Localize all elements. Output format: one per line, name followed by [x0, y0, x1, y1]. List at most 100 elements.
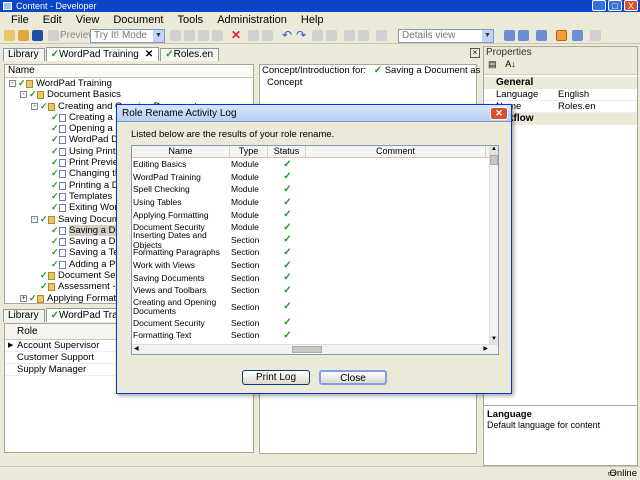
log-row-name: Applying Formatting [133, 209, 209, 220]
collapse-icon[interactable]: - [31, 102, 38, 110]
row-pointer-icon: ▶ [8, 342, 14, 349]
print-log-button[interactable]: Print Log [242, 370, 310, 385]
scroll-thumb[interactable] [490, 155, 498, 165]
toolbar: Preview Try It! Mode ▼ ✕ ↶ ↷ Details vie… [0, 27, 640, 44]
categorized-icon[interactable]: ▤ [488, 59, 497, 69]
copy-icon[interactable] [184, 30, 195, 41]
col-comment[interactable]: Comment [306, 146, 486, 157]
tab-concept[interactable]: Concept [260, 77, 476, 88]
close-tab-icon[interactable]: ✕ [145, 49, 153, 61]
scroll-up-icon[interactable]: ▲ [490, 146, 498, 155]
delete-icon[interactable]: ✕ [231, 29, 241, 42]
log-row[interactable]: Editing Basics Module ✓ [132, 158, 498, 171]
log-row[interactable]: Work with Views Section ✓ [132, 259, 498, 272]
property-row[interactable]: Language English [484, 89, 637, 101]
outdent-icon[interactable] [326, 30, 337, 41]
log-row[interactable]: Applying Formatting Module ✓ [132, 208, 498, 221]
menu-view[interactable]: View [69, 14, 107, 26]
log-row-name: Document Security [133, 317, 205, 328]
tab-wordpad-training[interactable]: ✓ WordPad Training ✕ [45, 47, 160, 61]
collapse-icon[interactable]: - [31, 215, 38, 223]
expand-icon[interactable]: + [20, 294, 27, 302]
split-view-icon[interactable] [518, 30, 529, 41]
options-icon[interactable] [590, 30, 601, 41]
paste-icon[interactable] [198, 30, 209, 41]
log-row[interactable]: Using Tables Module ✓ [132, 196, 498, 209]
tree-node[interactable]: - ✓ Document Basics [5, 89, 253, 100]
find-icon[interactable] [248, 30, 259, 41]
col-status[interactable]: Status [268, 146, 306, 157]
columns-icon[interactable] [536, 30, 547, 41]
minimize-button[interactable]: _ [592, 0, 606, 11]
log-row[interactable]: Creating and Opening Documents Section ✓ [132, 297, 498, 317]
indent-icon[interactable] [312, 30, 323, 41]
log-row[interactable]: Views and Toolbars Section ✓ [132, 284, 498, 297]
log-row-type: Section [231, 272, 260, 283]
log-row-name: Work with Views [133, 260, 196, 271]
view-select[interactable]: Details view ▼ [398, 29, 494, 43]
property-group-general: General [484, 77, 637, 89]
scroll-thumb-horizontal[interactable] [292, 346, 322, 353]
tab-roles-en[interactable]: ✓ Roles.en [160, 48, 220, 61]
log-row[interactable]: Inserting Dates and Objects Section ✓ [132, 230, 498, 250]
mode-select[interactable]: Try It! Mode ▼ [90, 29, 165, 43]
log-row[interactable]: Formatting Paragraphs Section ✓ [132, 246, 498, 259]
log-row[interactable]: Spell Checking Module ✓ [132, 183, 498, 196]
col-name[interactable]: Name [132, 146, 230, 157]
pane-toggle-icon[interactable] [556, 30, 567, 41]
move-up-icon[interactable] [344, 30, 355, 41]
save-icon[interactable] [32, 30, 43, 41]
log-row-name: Spell Checking [133, 184, 190, 195]
check-icon: ✓ [51, 202, 59, 213]
collapse-icon[interactable]: - [20, 91, 27, 99]
redo-icon[interactable]: ↷ [296, 29, 306, 42]
menu-edit[interactable]: Edit [36, 14, 69, 26]
log-row[interactable]: Formatting Text Section ✓ [132, 329, 498, 342]
log-row-type: Section [231, 301, 260, 312]
close-button[interactable]: Close [319, 370, 387, 385]
preview-icon[interactable] [48, 30, 59, 41]
new-icon[interactable] [4, 30, 15, 41]
col-type[interactable]: Type [230, 146, 268, 157]
tab-library-bottom[interactable]: Library [3, 309, 45, 322]
tree-node[interactable]: - ✓ WordPad Training [5, 78, 253, 89]
menu-file[interactable]: File [4, 14, 36, 26]
layout-icon[interactable] [504, 30, 515, 41]
dialog-close-icon[interactable]: ✕ [490, 107, 508, 120]
check-icon: ✓ [51, 179, 59, 190]
vertical-scrollbar[interactable]: ▲ ▼ [489, 146, 498, 345]
properties-icon[interactable] [376, 30, 387, 41]
move-down-icon[interactable] [358, 30, 369, 41]
log-row[interactable]: Saving Documents Section ✓ [132, 271, 498, 284]
replace-icon[interactable] [262, 30, 273, 41]
check-icon: ✓ [51, 111, 59, 122]
check-icon: ✓ [51, 258, 59, 269]
log-row-comment [306, 246, 486, 259]
app-icon [3, 2, 12, 10]
status-check-icon: ✓ [283, 329, 292, 341]
status-check-icon: ✓ [283, 183, 292, 195]
close-window-button[interactable]: X [624, 0, 638, 11]
horizontal-scrollbar[interactable]: ◀ ▶ [132, 344, 498, 354]
undo-icon[interactable]: ↶ [282, 29, 292, 42]
link-icon[interactable] [212, 30, 223, 41]
menu-help[interactable]: Help [294, 14, 331, 26]
tab-library[interactable]: Library [3, 48, 45, 61]
menu-tools[interactable]: Tools [171, 14, 211, 26]
sort-az-icon[interactable]: A↓ [505, 59, 516, 69]
log-row[interactable]: WordPad Training Module ✓ [132, 171, 498, 184]
scroll-left-icon[interactable]: ◀ [134, 345, 139, 352]
log-row-comment [306, 183, 486, 196]
maximize-button[interactable]: □ [608, 0, 622, 11]
close-pane-icon[interactable]: × [470, 48, 480, 58]
collapse-icon[interactable]: - [9, 80, 16, 87]
tree-node-label: Templates [69, 190, 113, 202]
menu-document[interactable]: Document [106, 14, 170, 26]
log-row[interactable]: Document Security Section ✓ [132, 317, 498, 330]
scroll-right-icon[interactable]: ▶ [483, 345, 488, 352]
panel-icon[interactable] [572, 30, 583, 41]
menu-administration[interactable]: Administration [210, 14, 294, 26]
cut-icon[interactable] [170, 30, 181, 41]
status-check-icon: ✓ [283, 209, 292, 221]
open-icon[interactable] [18, 30, 29, 41]
